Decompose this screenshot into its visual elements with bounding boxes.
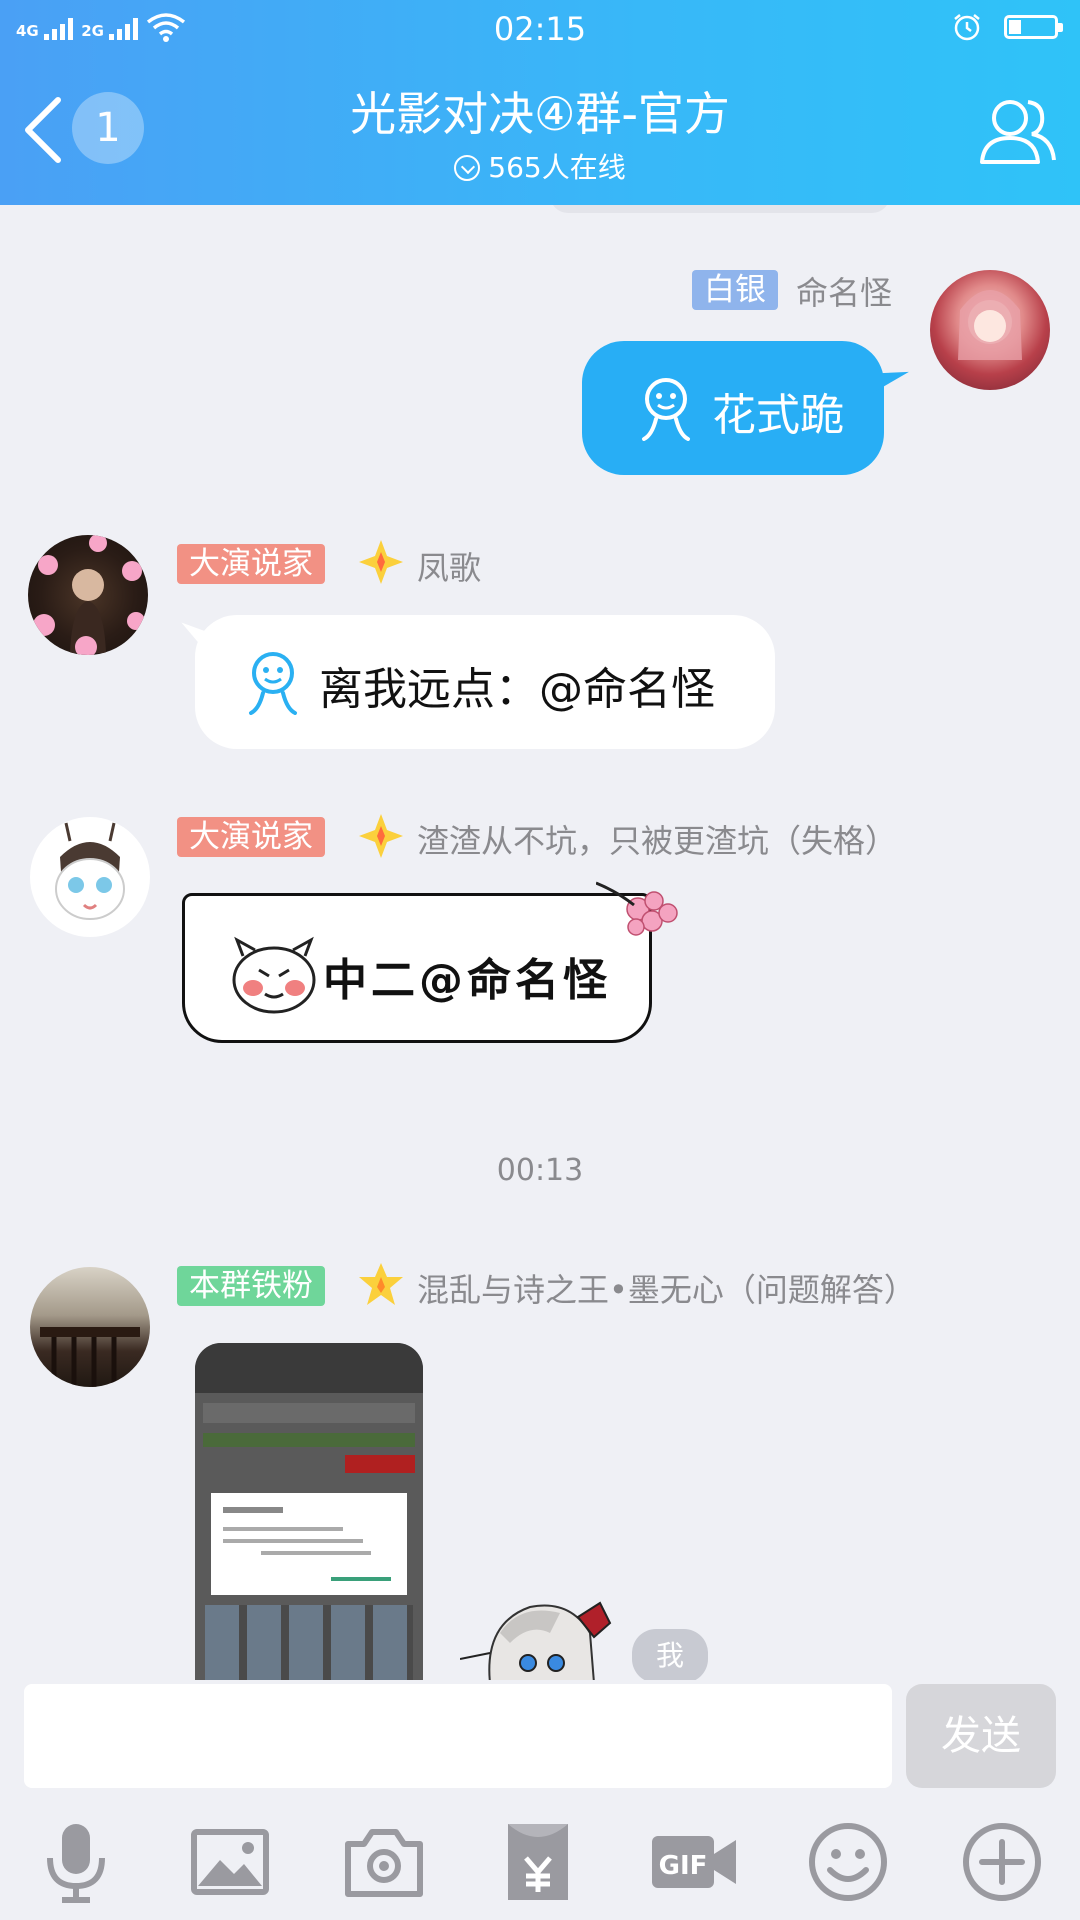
sender-name: 凤歌 (417, 549, 482, 587)
message-list[interactable]: 白银 命名怪 花式跪 大演说家 凤歌 离我远点：@命名怪 大演说家 渣渣从不坑，… (0, 205, 1080, 1680)
group-members-icon[interactable] (976, 90, 1056, 170)
message-bubble-self[interactable]: 花式跪 (582, 341, 884, 475)
red-packet-icon[interactable] (496, 1820, 580, 1904)
cherry-blossom-decoration-icon (596, 881, 678, 936)
face-emoji-icon (642, 378, 690, 441)
avatar[interactable] (28, 535, 148, 655)
sticker-speech-bubble: 我 (632, 1629, 708, 1680)
chat-header: 4G 2G 02:15 1 光影对决④群-官方 565人在线 (0, 0, 1080, 205)
image-row (203, 1403, 415, 1423)
message-text: 离我远点：@命名怪 (319, 664, 715, 715)
image-dialog (211, 1493, 407, 1595)
image-icon[interactable] (188, 1820, 272, 1904)
message-bubble[interactable]: 离我远点：@命名怪 (195, 615, 775, 749)
image-tabs (203, 1433, 415, 1447)
gif-icon[interactable]: GIF (650, 1820, 740, 1904)
svg-text:GIF: GIF (659, 1851, 708, 1881)
member-title-badge: 大演说家 (177, 817, 325, 857)
image-toolbar (195, 1343, 423, 1393)
star-rank-icon (359, 540, 403, 584)
plus-icon[interactable] (960, 1820, 1044, 1904)
online-count-label: 565人在线 (488, 151, 626, 184)
status-bar: 4G 2G 02:15 (0, 0, 1080, 58)
member-title-badge: 本群铁粉 (177, 1266, 325, 1306)
image-hero-grid (205, 1605, 413, 1680)
previous-message-bubble (550, 205, 890, 213)
sender-name: 命名怪 (796, 274, 893, 312)
avatar[interactable] (30, 1267, 150, 1387)
image-message[interactable] (195, 1343, 423, 1680)
star-rank-icon (359, 814, 403, 858)
star-rank-icon (359, 1263, 403, 1305)
chevron-down-icon (454, 155, 481, 181)
emoji-icon[interactable] (806, 1820, 890, 1904)
sticker-bubble[interactable]: 中二@命名怪 (182, 893, 652, 1043)
battery-icon (1004, 15, 1063, 39)
member-title-badge: 大演说家 (177, 544, 325, 584)
sender-name: 混乱与诗之王•墨无心（问题解答） (417, 1271, 916, 1309)
member-level-badge: 白银 (692, 270, 778, 310)
face-emoji-icon (249, 652, 297, 715)
sender-name: 渣渣从不坑，只被更渣坑（失格） (417, 822, 898, 860)
message-text: 花式跪 (712, 390, 844, 441)
online-count[interactable]: 565人在线 (0, 146, 1080, 186)
avatar[interactable] (30, 817, 150, 937)
send-button[interactable]: 发送 (906, 1684, 1056, 1788)
time-separator: 00:13 (496, 1153, 584, 1188)
camera-icon[interactable] (342, 1820, 426, 1904)
avatar[interactable] (930, 270, 1050, 390)
image-search-button (345, 1455, 415, 1473)
anime-character-sticker-icon (460, 1601, 612, 1680)
sticker-text: 中二@命名怪 (323, 955, 611, 1006)
mic-icon[interactable] (34, 1820, 118, 1904)
group-title: 光影对决④群-官方 (350, 87, 730, 141)
input-bar: 发送 GIF (0, 1680, 1080, 1920)
status-time: 02:15 (493, 10, 587, 48)
alarm-icon (954, 14, 980, 41)
blushing-cat-sticker-icon (232, 936, 316, 1014)
message-input[interactable] (24, 1684, 892, 1788)
